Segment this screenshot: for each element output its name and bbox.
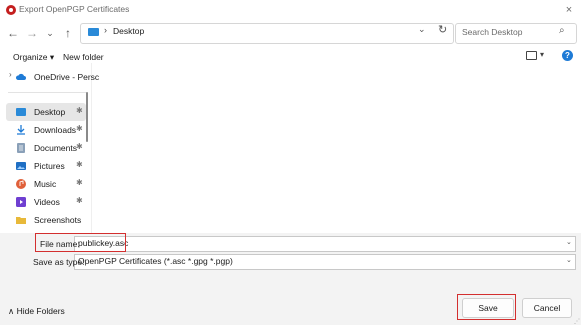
sidebar-item-label: Screenshots	[34, 215, 82, 225]
pin-icon: ✱	[76, 106, 83, 115]
file-name-highlight	[35, 233, 126, 252]
sidebar-divider	[8, 92, 86, 93]
sidebar-item-desktop[interactable]: Desktop ✱	[6, 103, 86, 121]
music-icon	[16, 179, 26, 189]
chevron-down-icon[interactable]: ▾	[540, 50, 544, 59]
nav-scrollbar[interactable]	[86, 92, 88, 142]
hide-folders-button[interactable]: ∧ Hide Folders	[8, 306, 65, 317]
recent-locations-button[interactable]: ⌄	[43, 24, 57, 42]
sidebar-item-label: Music	[34, 179, 57, 189]
sidebar-item-label: Desktop	[34, 107, 66, 117]
address-dropdown-icon[interactable]: ⌄	[418, 24, 426, 35]
save-as-type-label: Save as type:	[33, 257, 85, 267]
desktop-folder-icon	[88, 28, 99, 36]
sidebar-item-label: Downloads	[34, 125, 77, 135]
new-folder-button[interactable]: New folder	[63, 52, 104, 62]
sidebar-item-label: Videos	[34, 197, 60, 207]
resize-grip-icon[interactable]: ⋰	[574, 318, 580, 325]
pin-icon: ✱	[76, 160, 83, 169]
sidebar-item-label: Documents	[34, 143, 77, 153]
chevron-down-icon[interactable]: ⌄	[566, 238, 572, 246]
sidebar-item-onedrive[interactable]: OneDrive - Persc	[6, 68, 99, 86]
pin-icon: ✱	[76, 124, 83, 133]
pin-icon: ✱	[76, 178, 83, 187]
sidebar-item-pictures[interactable]: Pictures ✱	[6, 157, 86, 175]
pin-icon: ✱	[76, 142, 83, 151]
breadcrumb-desktop[interactable]: Desktop	[113, 26, 144, 36]
forward-button[interactable]: →	[25, 24, 39, 42]
sidebar-item-screenshots[interactable]: Screenshots	[6, 211, 86, 229]
cancel-button[interactable]: Cancel	[522, 298, 572, 318]
close-button[interactable]: ×	[561, 2, 577, 18]
videos-icon	[16, 197, 26, 207]
sidebar-item-label: Pictures	[34, 161, 65, 171]
view-icon[interactable]	[526, 51, 537, 60]
cloud-icon	[16, 73, 26, 80]
sidebar-item-videos[interactable]: Videos ✱	[6, 193, 86, 211]
refresh-icon[interactable]: ↻	[438, 23, 447, 36]
pictures-icon	[16, 162, 26, 170]
up-button[interactable]: ↑	[61, 24, 75, 42]
sidebar-item-label: OneDrive - Persc	[34, 72, 100, 82]
desktop-icon	[16, 108, 26, 116]
search-icon[interactable]: ⌕	[559, 25, 565, 36]
back-button[interactable]: ←	[6, 24, 20, 42]
search-placeholder: Search Desktop	[462, 27, 523, 37]
pin-icon: ✱	[76, 196, 83, 205]
documents-icon	[17, 143, 25, 153]
chevron-down-icon[interactable]: ⌄	[566, 256, 572, 264]
window-title: Export OpenPGP Certificates	[19, 4, 130, 14]
save-as-type-value[interactable]: OpenPGP Certificates (*.asc *.gpg *.pgp)	[78, 256, 233, 266]
sidebar-item-documents[interactable]: Documents ✱	[6, 139, 86, 157]
sidebar-item-music[interactable]: Music ✱	[6, 175, 86, 193]
pane-divider[interactable]	[91, 63, 92, 233]
app-icon	[6, 5, 16, 15]
download-icon	[17, 125, 25, 135]
save-button-highlight	[457, 294, 516, 320]
chevron-right-icon[interactable]: ›	[104, 25, 107, 35]
organize-menu[interactable]: Organize ▾	[13, 52, 54, 63]
file-list-area[interactable]	[92, 63, 581, 233]
folder-icon	[16, 217, 26, 224]
file-name-field[interactable]	[74, 236, 576, 252]
help-icon[interactable]: ?	[562, 50, 573, 61]
sidebar-item-downloads[interactable]: Downloads ✱	[6, 121, 86, 139]
